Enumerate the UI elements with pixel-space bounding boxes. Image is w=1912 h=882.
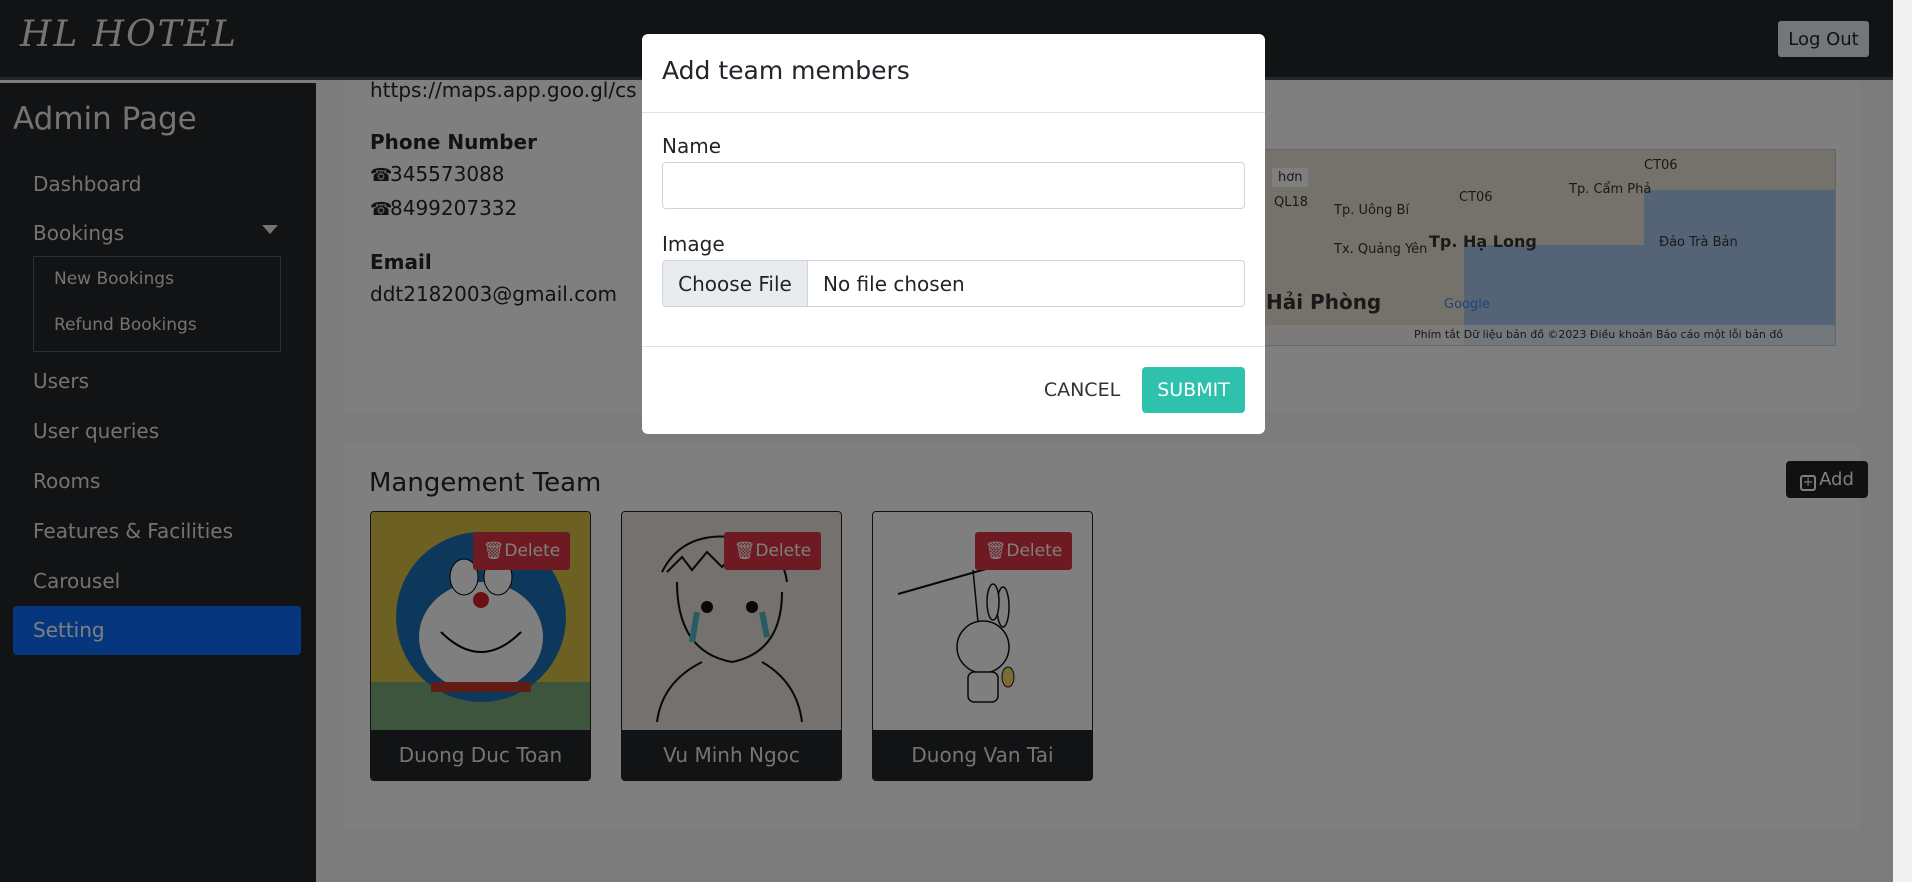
name-input[interactable]: [662, 162, 1245, 209]
modal-header: Add team members: [642, 34, 1265, 113]
cancel-button[interactable]: CANCEL: [1034, 367, 1130, 413]
name-label: Name: [662, 134, 722, 158]
submit-button[interactable]: SUBMIT: [1142, 367, 1245, 413]
choose-file-button[interactable]: Choose File: [663, 261, 808, 306]
image-label: Image: [662, 232, 725, 256]
modal-title: Add team members: [662, 56, 910, 85]
page-scrollbar[interactable]: [1893, 0, 1912, 882]
add-team-member-modal: Add team members Name Image Choose File …: [642, 34, 1265, 434]
image-file-input[interactable]: Choose File No file chosen: [662, 260, 1245, 307]
file-status: No file chosen: [823, 272, 965, 296]
modal-footer: CANCEL SUBMIT: [642, 346, 1265, 434]
